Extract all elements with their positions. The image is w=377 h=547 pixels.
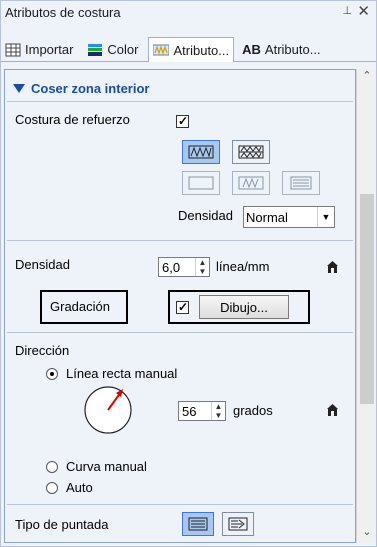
outline-rect-icon [188, 176, 214, 190]
tab-atributo-texto-label: Atributo... [264, 42, 321, 57]
stitch-type-outline-button[interactable] [182, 171, 220, 195]
home-default-icon[interactable] [326, 260, 339, 274]
tab-importar-label: Importar [25, 42, 74, 57]
refuerzo-checkbox[interactable]: ✓ [176, 114, 189, 128]
collapse-triangle-icon [13, 83, 25, 93]
stitch-attributes-panel: Atributos de costura ⊥ ✕ Importar Color … [0, 0, 377, 547]
direction-dial-icon[interactable] [83, 385, 133, 435]
divider [7, 240, 353, 241]
double-zigzag-icon [238, 145, 264, 159]
refuerzo-label: Costura de refuerzo [15, 112, 130, 127]
vertical-scrollbar[interactable]: ⌃ ⌄ [356, 69, 376, 543]
radio-auto[interactable] [46, 482, 58, 494]
tipo-puntada-alt-button[interactable] [222, 512, 254, 536]
tab-atributo-costura-label: Atributo... [173, 42, 230, 58]
tipo-puntada-fill-button[interactable] [182, 512, 214, 536]
radio-linea-recta-manual[interactable] [46, 368, 58, 380]
tab-atributo-costura[interactable]: Atributo... [148, 37, 235, 62]
stitch-type-double-zigzag-button[interactable] [232, 140, 270, 164]
tab-bar: Importar Color Atributo... AB Atributo..… [1, 37, 376, 62]
lines-angled-icon [228, 517, 248, 531]
home-default-icon[interactable] [326, 403, 339, 417]
curva-manual-label: Curva manual [66, 459, 147, 474]
linea-recta-manual-label: Línea recta manual [66, 366, 178, 381]
gradacion-checkbox[interactable]: ✓ [176, 300, 189, 314]
spinner-arrows-icon[interactable]: ▲ ▼ [195, 258, 209, 276]
zigzag-icon [188, 145, 214, 159]
stitch-type-lines-button[interactable] [282, 171, 320, 195]
import-icon [5, 43, 21, 57]
stitch-type-zigzag-button[interactable] [182, 140, 220, 164]
gradacion-label: Gradación [50, 299, 110, 314]
section-title: Coser zona interior [31, 80, 150, 96]
dibujo-button[interactable]: Dibujo... [199, 295, 289, 319]
chevron-down-icon: ▼ [317, 207, 334, 227]
lines-fill-icon [188, 517, 208, 531]
densidad-unit: línea/mm [216, 259, 270, 274]
divider [7, 101, 353, 102]
auto-label: Auto [66, 480, 93, 495]
scroll-up-icon[interactable]: ⌃ [357, 69, 377, 87]
zigzag-outline-icon [238, 176, 264, 190]
stitch-type-zigzag-disabled-button[interactable] [232, 171, 270, 195]
angle-unit: grados [233, 403, 273, 418]
scroll-down-icon[interactable]: ⌄ [357, 525, 377, 543]
tab-color[interactable]: Color [83, 37, 142, 62]
panel-title: Atributos de costura [5, 4, 121, 20]
radio-curva-manual[interactable] [46, 461, 58, 473]
horizontal-lines-icon [290, 176, 312, 190]
close-icon[interactable]: ✕ [357, 2, 370, 20]
section-header-coser-zona-interior[interactable]: Coser zona interior [13, 78, 149, 98]
tab-importar[interactable]: Importar [1, 37, 77, 62]
attributes-content: Coser zona interior Costura de refuerzo … [4, 69, 356, 543]
densidad-label: Densidad [15, 257, 70, 272]
panel-titlebar: Atributos de costura ⊥ ✕ [1, 1, 376, 23]
angle-value: 56 [182, 403, 197, 419]
pin-icon[interactable]: ⊥ [342, 4, 352, 17]
tab-color-label: Color [107, 42, 139, 57]
densidad-spinner[interactable]: 6,0 ▲ ▼ [158, 257, 210, 277]
stitch-attribute-icon [152, 43, 170, 57]
scrollbar-thumb[interactable] [360, 194, 374, 404]
spinner-arrows-icon[interactable]: ▲ ▼ [211, 402, 225, 420]
divider [7, 504, 353, 505]
densidad-select-value: Normal [246, 209, 288, 225]
divider [7, 332, 353, 333]
tab-atributo-texto[interactable]: AB Atributo... [238, 37, 324, 62]
direccion-label: Dirección [15, 343, 70, 358]
densidad-combo-label: Densidad [178, 208, 233, 223]
tipo-puntada-label: Tipo de puntada [15, 517, 109, 532]
color-icon [87, 43, 103, 57]
angle-spinner[interactable]: 56 ▲ ▼ [178, 401, 226, 421]
densidad-value: 6,0 [162, 259, 181, 275]
text-attribute-icon: AB [242, 42, 261, 57]
densidad-select[interactable]: Normal ▼ [243, 206, 335, 228]
